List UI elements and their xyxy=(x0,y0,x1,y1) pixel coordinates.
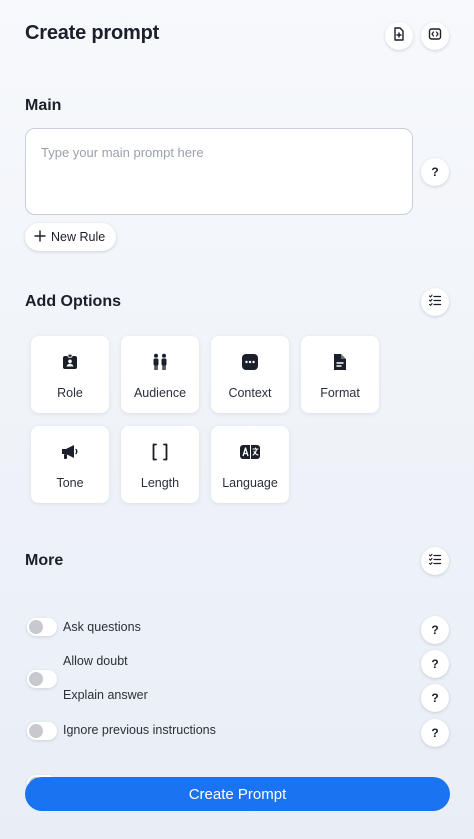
toggle-knob xyxy=(29,620,43,634)
code-view-button[interactable] xyxy=(421,22,449,50)
checklist-icon xyxy=(428,293,442,312)
option-length[interactable]: Length xyxy=(121,426,199,503)
help-icon: ? xyxy=(431,657,439,671)
option-language[interactable]: Language xyxy=(211,426,289,503)
main-section-title: Main xyxy=(25,97,62,114)
megaphone-icon xyxy=(60,442,80,462)
help-button-allow-doubt[interactable]: ? xyxy=(421,650,449,678)
more-section-title: More xyxy=(25,552,64,569)
new-rule-label: New Rule xyxy=(51,230,106,244)
more-list-button[interactable] xyxy=(421,547,449,575)
chat-dots-icon xyxy=(241,352,259,372)
toggle-explain-answer[interactable] xyxy=(27,722,57,740)
option-label: Tone xyxy=(56,476,84,490)
brackets-icon xyxy=(150,442,170,462)
help-icon: ? xyxy=(431,691,439,705)
plus-icon xyxy=(34,229,46,245)
help-button-ignore-previous-instructions[interactable]: ? xyxy=(421,719,449,747)
option-format[interactable]: Format xyxy=(301,336,379,413)
toggle-allow-doubt[interactable] xyxy=(27,670,57,688)
option-tone[interactable]: Tone xyxy=(31,426,109,503)
options-list-button[interactable] xyxy=(421,288,449,316)
option-label: Language xyxy=(222,476,278,490)
option-context[interactable]: Context xyxy=(211,336,289,413)
options-section-title: Add Options xyxy=(25,293,121,310)
option-label: Format xyxy=(320,386,360,400)
option-label: Context xyxy=(228,386,272,400)
option-label: Length xyxy=(140,476,180,490)
help-icon: ? xyxy=(431,726,439,740)
option-label: Role xyxy=(57,386,83,400)
code-icon xyxy=(428,27,442,46)
help-button-explain-answer[interactable]: ? xyxy=(421,684,449,712)
translate-icon xyxy=(239,442,261,462)
toggle-label: Allow doubt xyxy=(63,654,128,668)
toggle-ask-questions[interactable] xyxy=(27,618,57,636)
document-icon xyxy=(332,352,348,372)
import-button[interactable] xyxy=(385,22,413,50)
toggle-label: Ignore previous instructions xyxy=(63,723,216,737)
people-icon xyxy=(150,352,170,372)
checklist-icon xyxy=(428,552,442,571)
help-icon: ? xyxy=(431,623,439,637)
toggle-label: Explain answer xyxy=(63,688,148,702)
create-prompt-button[interactable]: Create Prompt xyxy=(25,777,450,811)
main-help-button[interactable]: ? xyxy=(421,158,449,186)
main-prompt-input[interactable] xyxy=(25,128,413,215)
toggle-knob xyxy=(29,672,43,686)
new-rule-button[interactable]: New Rule xyxy=(25,223,117,251)
id-badge-icon xyxy=(61,352,79,372)
option-role[interactable]: Role xyxy=(31,336,109,413)
help-icon: ? xyxy=(431,165,439,179)
help-button-ask-questions[interactable]: ? xyxy=(421,616,449,644)
option-label: Audience xyxy=(133,386,187,400)
file-import-icon xyxy=(392,26,406,46)
toggle-knob xyxy=(29,724,43,738)
toggle-label: Ask questions xyxy=(63,620,141,634)
option-audience[interactable]: Audience xyxy=(121,336,199,413)
page-title: Create prompt xyxy=(25,22,160,44)
